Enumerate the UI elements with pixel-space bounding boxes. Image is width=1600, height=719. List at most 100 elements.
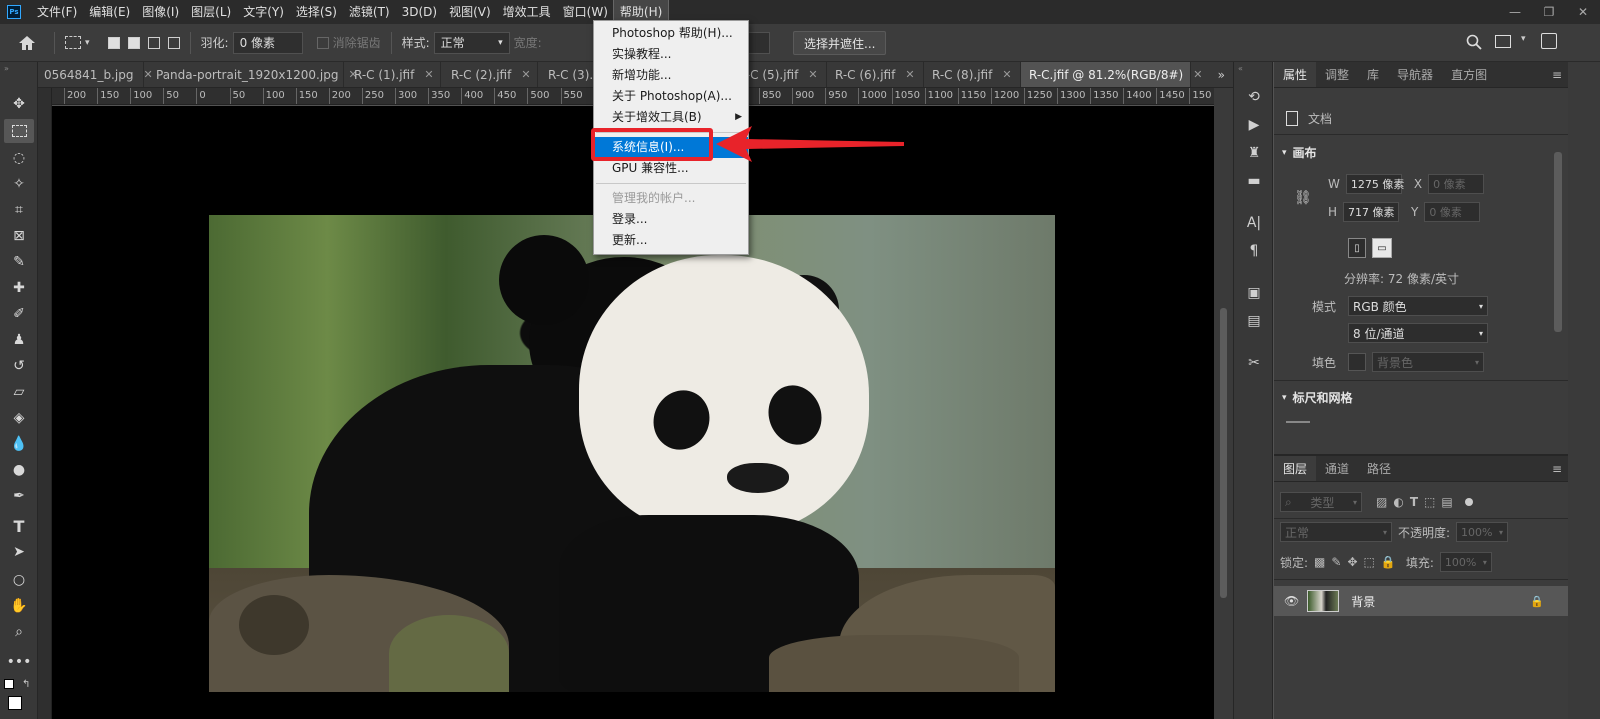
menu-type[interactable]: 文字(Y) [237, 0, 290, 24]
visibility-eye-icon[interactable]: 👁 [1284, 594, 1299, 608]
tab-rc-2[interactable]: R-C (2).jfif ✕ [441, 62, 538, 87]
tab-layers[interactable]: 图层 [1274, 456, 1317, 481]
type-tool-icon[interactable]: T [4, 514, 34, 538]
plugins-panel-icon[interactable]: ♜ [1243, 142, 1265, 164]
width-input[interactable]: 1275 像素 [1345, 174, 1404, 194]
fill-select[interactable]: 背景色 ▾ [1372, 352, 1484, 372]
path-select-icon[interactable]: ➤ [4, 540, 34, 564]
scrollbar-thumb[interactable] [1220, 308, 1227, 598]
tab-histogram[interactable]: 直方图 [1442, 62, 1496, 87]
layer-row-background[interactable]: 👁 背景 🔒 [1274, 586, 1568, 616]
panel-menu-icon[interactable]: ≡ [1552, 456, 1568, 481]
select-and-mask-button[interactable]: 选择并遮住... [793, 31, 887, 55]
lock-all-icon[interactable]: 🔒 [1381, 555, 1396, 569]
menu-item-sign-in[interactable]: 登录... [594, 209, 748, 230]
tab-0564841[interactable]: 0564841_b.jpg ✕ [38, 62, 153, 87]
menu-item-about-photoshop[interactable]: 关于 Photoshop(A)... [594, 86, 748, 107]
new-selection-icon[interactable] [107, 36, 120, 49]
blur-tool-icon[interactable]: 💧 [4, 432, 34, 456]
close-icon[interactable]: ✕ [1002, 68, 1011, 81]
right-panel-scrollbar[interactable] [1554, 62, 1600, 719]
frame-tool-icon[interactable]: ⊠ [4, 224, 34, 248]
subtract-selection-icon[interactable] [147, 36, 160, 49]
close-icon[interactable]: ✕ [521, 68, 530, 81]
filter-pixel-icon[interactable]: ▨ [1376, 495, 1387, 509]
link-icon[interactable]: ⛓ [1294, 190, 1312, 206]
close-icon[interactable]: ✕ [1566, 0, 1600, 24]
height-input[interactable]: 717 像素 [1343, 202, 1400, 222]
landscape-orientation-icon[interactable]: ▭ [1372, 238, 1392, 258]
pen-tool-icon[interactable]: ✒ [4, 484, 34, 508]
feather-input[interactable]: 0 像素 [232, 31, 303, 54]
add-selection-icon[interactable] [127, 36, 140, 49]
filter-adjust-icon[interactable]: ◐ [1393, 495, 1403, 509]
menu-filter[interactable]: 滤镜(T) [343, 0, 396, 24]
close-icon[interactable]: ✕ [1193, 68, 1202, 81]
layer-filter-select[interactable]: ⌕ 类型 ▾ [1280, 492, 1362, 512]
menu-plugins[interactable]: 增效工具 [497, 0, 557, 24]
tab-rc-1[interactable]: R-C (1).jfif ✕ [344, 62, 441, 87]
x-input[interactable]: 0 像素 [1428, 174, 1485, 194]
workspace-icon[interactable] [1495, 35, 1511, 48]
tools-preset-icon[interactable]: ✂ [1243, 352, 1265, 374]
paragraph-panel-icon[interactable]: ¶ [1243, 240, 1265, 262]
color-swatch-icon[interactable] [4, 679, 14, 689]
opacity-input[interactable]: 100% ▾ [1456, 522, 1509, 542]
menu-select[interactable]: 选择(S) [290, 0, 343, 24]
collapse-icon[interactable]: » [4, 64, 9, 73]
tab-rc-active[interactable]: R-C.jfif @ 81.2%(RGB/8#) ✕ [1021, 62, 1202, 87]
zoom-tool-icon[interactable]: ⌕ [4, 620, 34, 644]
fill-color-swatch[interactable] [1348, 353, 1366, 371]
foreground-color-icon[interactable] [8, 696, 22, 710]
close-icon[interactable]: ✕ [808, 68, 817, 81]
bit-depth-select[interactable]: 8 位/通道 ▾ [1348, 323, 1488, 343]
libraries-panel-icon[interactable]: ▣ [1243, 282, 1265, 304]
tab-rc-8[interactable]: R-C (8).jfif ✕ [924, 62, 1021, 87]
close-icon[interactable]: ✕ [905, 68, 914, 81]
brush-tool-icon[interactable]: ✐ [4, 302, 34, 326]
menu-item-whats-new[interactable]: 新增功能... [594, 65, 748, 86]
home-icon[interactable] [18, 35, 36, 51]
lasso-tool-icon[interactable]: ◌ [4, 146, 34, 170]
layer-fill-input[interactable]: 100% ▾ [1439, 552, 1492, 572]
canvas-section-header[interactable]: ▾ 画布 [1282, 144, 1317, 161]
character-panel-icon[interactable]: A| [1243, 212, 1265, 234]
tab-libraries[interactable]: 库 [1358, 62, 1388, 87]
share-icon[interactable] [1541, 33, 1557, 49]
search-icon[interactable] [1466, 34, 1482, 53]
intersect-selection-icon[interactable] [167, 36, 180, 49]
lock-image-icon[interactable]: ✎ [1331, 555, 1341, 569]
tab-panda-portrait[interactable]: Panda-portrait_1920x1200.jpg ✕ [144, 62, 358, 87]
stamp-tool-icon[interactable]: ♟ [4, 328, 34, 352]
tab-paths[interactable]: 路径 [1358, 456, 1400, 481]
lock-artboard-icon[interactable]: ⬚ [1364, 555, 1375, 569]
blend-mode-select[interactable]: 正常 ▾ [1280, 522, 1392, 542]
mode-select[interactable]: RGB 颜色 ▾ [1348, 296, 1488, 316]
filter-smart-icon[interactable]: ▤ [1441, 495, 1452, 509]
menu-item-tutorials[interactable]: 实操教程... [594, 44, 748, 65]
layer-name[interactable]: 背景 [1351, 593, 1375, 610]
antialias-checkbox[interactable]: 消除锯齿 [316, 34, 381, 51]
dodge-tool-icon[interactable]: ● [4, 458, 34, 482]
marquee-tool-icon[interactable] [4, 119, 34, 143]
history-panel-icon[interactable]: ⟲ [1243, 86, 1265, 108]
crop-tool-icon[interactable]: ⌗ [4, 198, 34, 222]
actions-panel-icon[interactable]: ▶ [1243, 114, 1265, 136]
filter-shape-icon[interactable]: ⬚ [1424, 495, 1435, 509]
panel-menu-icon[interactable]: ≡ [1552, 62, 1568, 87]
more-tools-icon[interactable]: ••• [4, 650, 34, 674]
menu-item-updates[interactable]: 更新... [594, 230, 748, 251]
menu-file[interactable]: 文件(F) [31, 0, 83, 24]
minimize-icon[interactable]: — [1498, 0, 1532, 24]
healing-brush-icon[interactable]: ✚ [4, 276, 34, 300]
restore-icon[interactable]: ❐ [1532, 0, 1566, 24]
menu-view[interactable]: 视图(V) [443, 0, 497, 24]
paint-bucket-icon[interactable]: ◈ [4, 406, 34, 430]
tab-properties[interactable]: 属性 [1274, 62, 1317, 87]
tab-overflow-icon[interactable]: » [1218, 62, 1233, 87]
history-brush-icon[interactable]: ↺ [4, 354, 34, 378]
menu-item-photoshop-help[interactable]: Photoshop 帮助(H)... [594, 23, 748, 44]
hand-tool-icon[interactable]: ✋ [4, 594, 34, 618]
magic-wand-icon[interactable]: ✧ [4, 172, 34, 196]
menu-3d[interactable]: 3D(D) [396, 0, 443, 24]
